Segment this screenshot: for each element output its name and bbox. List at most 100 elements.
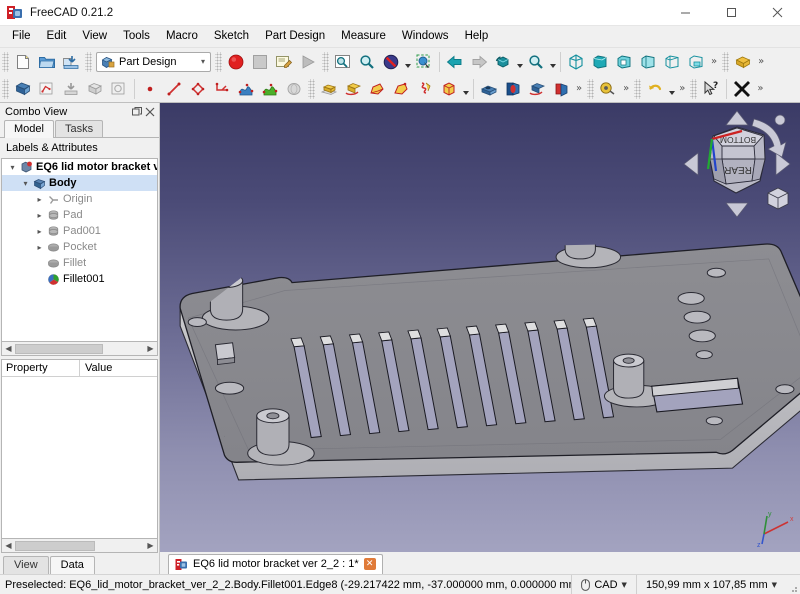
toolbar-overflow-icon[interactable]: » bbox=[754, 83, 766, 94]
magnifier-icon[interactable] bbox=[524, 50, 548, 74]
property-horizontal-scrollbar[interactable]: ◀ ▶ bbox=[1, 539, 158, 553]
chevron-down-icon[interactable]: ▼ bbox=[772, 581, 777, 589]
chevron-left-icon[interactable]: ◀ bbox=[2, 540, 15, 552]
tab-view[interactable]: View bbox=[3, 556, 49, 575]
tree-item-pad001[interactable]: ▸ Pad001 bbox=[2, 223, 157, 239]
fit-all-icon[interactable] bbox=[331, 50, 355, 74]
chevron-down-icon[interactable]: ▾ bbox=[201, 57, 208, 66]
chevron-right-icon[interactable]: ▶ bbox=[144, 343, 157, 355]
toolbar-grip[interactable] bbox=[215, 51, 222, 72]
subtractive-loft-icon[interactable] bbox=[549, 77, 573, 101]
subobject-binder-icon[interactable] bbox=[107, 77, 131, 101]
3d-viewport[interactable]: BOTTOM REAR x y z bbox=[160, 103, 800, 552]
scrollbar-thumb[interactable] bbox=[15, 540, 95, 551]
chevron-down-icon[interactable] bbox=[667, 77, 676, 101]
menu-part-design[interactable]: Part Design bbox=[257, 26, 333, 47]
chevron-down-icon[interactable]: ▼ bbox=[622, 581, 627, 589]
tab-model[interactable]: Model bbox=[4, 120, 54, 138]
chevron-down-icon[interactable] bbox=[461, 77, 470, 101]
minimize-icon[interactable] bbox=[662, 0, 708, 26]
revolution-icon[interactable] bbox=[341, 77, 365, 101]
menu-tools[interactable]: Tools bbox=[115, 26, 158, 47]
blue-body-icon[interactable] bbox=[11, 77, 35, 101]
polyline-icon[interactable] bbox=[186, 77, 210, 101]
boss-upper-right[interactable] bbox=[555, 215, 622, 269]
box-select-icon[interactable] bbox=[412, 50, 436, 74]
toolbar-grip[interactable] bbox=[634, 78, 642, 99]
chevron-down-icon[interactable] bbox=[515, 50, 524, 74]
additive-box-icon[interactable] bbox=[437, 77, 461, 101]
menu-windows[interactable]: Windows bbox=[394, 26, 457, 47]
point-icon[interactable] bbox=[138, 77, 162, 101]
chevron-right-icon[interactable]: ▸ bbox=[33, 227, 46, 236]
property-column-header[interactable]: Property bbox=[2, 360, 80, 376]
toolbar-overflow-icon[interactable]: » bbox=[755, 56, 767, 67]
toolbar-grip[interactable] bbox=[722, 51, 730, 72]
undo-arrow-icon[interactable] bbox=[643, 77, 667, 101]
scrollbar-track[interactable] bbox=[15, 342, 144, 355]
attach-sketch-icon[interactable] bbox=[59, 77, 83, 101]
record-circle-icon[interactable] bbox=[224, 50, 248, 74]
property-editor[interactable]: Property Value bbox=[1, 359, 158, 539]
close-tab-icon[interactable]: ✕ bbox=[363, 558, 376, 570]
chevron-down-icon[interactable]: ▾ bbox=[6, 163, 19, 172]
viewport-dimensions[interactable]: 150,99 mm x 107,85 mm ▼ bbox=[635, 574, 786, 594]
toolbar-grip[interactable] bbox=[690, 78, 698, 99]
chevron-down-icon[interactable] bbox=[403, 50, 412, 74]
additive-loft-icon[interactable] bbox=[365, 77, 389, 101]
workbench-selector[interactable]: Part Design ▾ bbox=[96, 51, 211, 72]
toolbar-overflow-icon[interactable]: » bbox=[573, 83, 585, 94]
chevron-down-icon[interactable]: ▾ bbox=[19, 179, 32, 188]
model-tree[interactable]: ▾ EQ6 lid motor bracket ver ▾ Body ▸ Ori… bbox=[1, 158, 158, 342]
groove-icon[interactable] bbox=[525, 77, 549, 101]
close-panel-icon[interactable] bbox=[143, 105, 156, 118]
pocket-icon[interactable] bbox=[477, 77, 501, 101]
menu-file[interactable]: File bbox=[4, 26, 39, 47]
no-entry-icon[interactable] bbox=[379, 50, 403, 74]
line-icon[interactable] bbox=[162, 77, 186, 101]
additive-helix-icon[interactable] bbox=[413, 77, 437, 101]
menu-help[interactable]: Help bbox=[457, 26, 497, 47]
hole-icon[interactable] bbox=[501, 77, 525, 101]
chevron-right-icon[interactable]: ▸ bbox=[33, 195, 46, 204]
scrollbar-thumb[interactable] bbox=[15, 343, 103, 354]
pad-icon[interactable] bbox=[317, 77, 341, 101]
tree-item-fillet001[interactable]: Fillet001 bbox=[2, 271, 157, 287]
bottom-view-cube-icon[interactable] bbox=[684, 50, 708, 74]
cursor-question-icon[interactable]: ? bbox=[699, 77, 723, 101]
arc-icon[interactable] bbox=[210, 77, 234, 101]
chevron-right-icon[interactable]: ▶ bbox=[144, 540, 157, 552]
stop-square-icon[interactable] bbox=[248, 50, 272, 74]
toolbar-grip[interactable] bbox=[308, 78, 315, 99]
tree-item-body[interactable]: ▾ Body bbox=[2, 175, 157, 191]
menu-measure[interactable]: Measure bbox=[333, 26, 394, 47]
magnifier-icon[interactable] bbox=[355, 50, 379, 74]
macro-edit-icon[interactable] bbox=[272, 50, 296, 74]
toolbar-overflow-icon[interactable]: » bbox=[708, 56, 720, 67]
bspline-blue-icon[interactable] bbox=[234, 77, 258, 101]
shape-binder-icon[interactable] bbox=[83, 77, 107, 101]
tab-tasks[interactable]: Tasks bbox=[54, 120, 104, 137]
tree-item-origin[interactable]: ▸ Origin bbox=[2, 191, 157, 207]
save-icon[interactable] bbox=[59, 50, 83, 74]
construction-mode-icon[interactable] bbox=[282, 77, 306, 101]
arrow-left-icon[interactable] bbox=[443, 50, 467, 74]
big-x-icon[interactable] bbox=[730, 77, 754, 101]
menu-edit[interactable]: Edit bbox=[39, 26, 75, 47]
toolbar-grip[interactable] bbox=[2, 51, 9, 72]
toolbar-overflow-icon[interactable]: » bbox=[620, 83, 632, 94]
toolbar-grip[interactable] bbox=[85, 51, 92, 72]
chevron-down-icon[interactable] bbox=[548, 50, 557, 74]
menu-view[interactable]: View bbox=[74, 26, 115, 47]
document-tab[interactable]: EQ6 lid motor bracket ver 2_2 : 1* ✕ bbox=[168, 554, 383, 574]
additive-pipe-icon[interactable] bbox=[389, 77, 413, 101]
toolbar-grip[interactable] bbox=[587, 78, 595, 99]
scrollbar-track[interactable] bbox=[15, 539, 144, 552]
tree-item-fillet[interactable]: Fillet bbox=[2, 255, 157, 271]
tab-data[interactable]: Data bbox=[49, 556, 95, 575]
maximize-icon[interactable] bbox=[708, 0, 754, 26]
resize-grip[interactable] bbox=[786, 575, 800, 594]
bspline-green-icon[interactable] bbox=[258, 77, 282, 101]
chevron-right-icon[interactable]: ▸ bbox=[33, 243, 46, 252]
play-triangle-icon[interactable] bbox=[296, 50, 320, 74]
